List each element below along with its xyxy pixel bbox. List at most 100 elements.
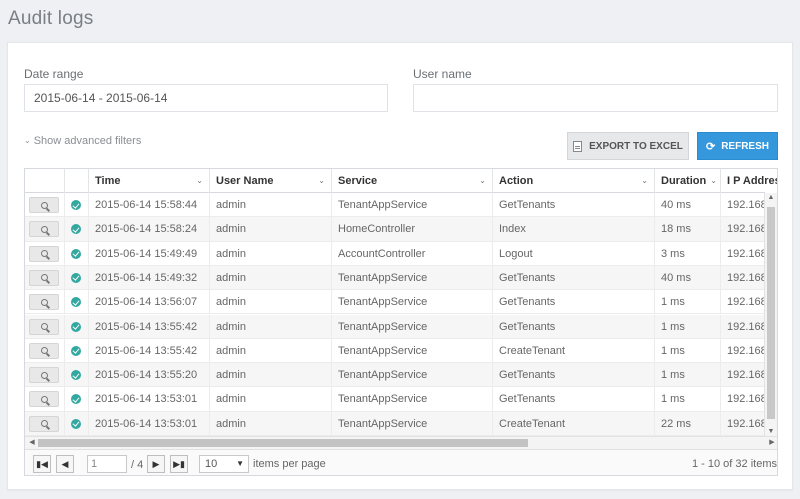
cell-service: TenantAppService [332,290,493,315]
table-row[interactable]: 2015-06-14 13:53:01 admin TenantAppService… [25,411,765,436]
scroll-down-icon[interactable]: ▼ [765,428,777,435]
cell-user-name: admin [210,411,332,436]
success-check-icon [71,418,81,429]
cell-duration: 1 ms [655,290,721,315]
horizontal-scrollbar[interactable]: ◀ ▶ [25,436,777,449]
table-row[interactable]: 2015-06-14 15:58:24 admin HomeController In… [25,217,765,242]
next-page-icon: ▶ [152,458,160,469]
cell-ip-address: 192.168 [727,223,765,236]
header-user-name[interactable]: User Name ⌄ [210,169,332,193]
cell-service: TenantAppService [332,314,493,339]
cell-ip-address: 192.168 [727,369,765,382]
success-check-icon [71,272,81,283]
cell-status [65,193,89,217]
refresh-button[interactable]: ⟳ REFRESH [697,132,778,160]
header-time[interactable]: Time ⌄ [89,169,210,193]
cell-service: TenantAppService [332,363,493,388]
cell-status [65,290,89,315]
view-details-button[interactable] [29,391,59,408]
vertical-scrollbar[interactable]: ▲ ▼ [764,193,777,436]
header-service-label: Service [338,175,378,187]
search-icon [40,371,48,379]
cell-ip-address: 192.168 [727,344,765,357]
cell-user-name: admin [210,241,332,266]
view-details-button[interactable] [29,221,59,238]
header-ip-address[interactable]: I P Address [721,169,777,193]
page-size-select[interactable]: 10 ▼ [199,455,249,473]
table-row[interactable]: 2015-06-14 15:49:49 admin AccountControlle… [25,241,765,266]
cell-status [65,411,89,436]
search-icon [40,420,48,428]
view-details-button[interactable] [29,367,59,384]
show-advanced-filters-link[interactable]: ⌄ Show advanced filters [24,135,141,147]
refresh-icon: ⟳ [705,140,716,153]
view-details-button[interactable] [29,342,59,359]
view-details-button[interactable] [29,197,59,213]
table-row[interactable]: 2015-06-14 13:55:42 admin TenantAppService… [25,314,765,339]
cell-user-name: admin [210,314,332,339]
header-actions [25,169,65,193]
header-action[interactable]: Action ⌄ [493,169,655,193]
cell-time: 2015-06-14 13:53:01 [89,411,210,436]
next-page-button[interactable]: ▶ [147,455,165,473]
page-number-input[interactable] [87,455,127,473]
table-row[interactable]: 2015-06-14 15:58:44 admin TenantAppService… [25,193,765,218]
export-to-excel-button[interactable]: EXPORT TO EXCEL [567,132,689,160]
header-status [65,169,89,193]
view-details-button[interactable] [29,294,59,311]
table-row[interactable]: 2015-06-14 13:56:07 admin TenantAppService… [25,290,765,315]
cell-status [65,314,89,339]
search-icon [40,201,48,209]
cell-duration: 1 ms [655,338,721,363]
search-icon [40,225,48,233]
date-range-input[interactable] [24,84,388,112]
cell-service: TenantAppService [332,338,493,363]
cell-ip-address: 192.168 [727,417,765,430]
total-pages: / 4 [131,459,144,471]
last-page-button[interactable]: ▶▮ [170,455,188,473]
first-page-icon: ▮◀ [36,458,48,469]
page-title: Audit logs [8,8,94,29]
cell-actions [25,265,65,290]
success-check-icon [71,370,81,381]
header-service[interactable]: Service ⌄ [332,169,493,193]
scroll-up-icon[interactable]: ▲ [765,194,777,201]
cell-actions [25,363,65,388]
cell-action: Index [493,217,655,242]
view-details-button[interactable] [29,245,59,262]
cell-user-name: admin [210,193,332,217]
view-details-button[interactable] [29,415,59,432]
table-row[interactable]: 2015-06-14 13:55:20 admin TenantAppService… [25,363,765,388]
user-name-input[interactable] [413,84,778,112]
cell-action: GetTenants [493,265,655,290]
pager-summary: 1 - 10 of 32 items [692,458,777,470]
sort-chevron-icon: ⌄ [196,176,203,185]
view-details-button[interactable] [29,318,59,335]
cell-actions [25,217,65,242]
first-page-button[interactable]: ▮◀ [33,455,51,473]
search-icon [40,250,48,258]
table-row[interactable]: 2015-06-14 15:49:32 admin TenantAppService… [25,265,765,291]
previous-page-button[interactable]: ◀ [56,455,74,473]
view-details-button[interactable] [29,269,59,286]
cell-duration: 40 ms [655,265,721,290]
scroll-right-icon[interactable]: ▶ [766,437,777,449]
cell-status [65,387,89,412]
cell-status [65,217,89,242]
cell-duration: 3 ms [655,241,721,266]
table-row[interactable]: 2015-06-14 13:53:01 admin TenantAppService… [25,387,765,412]
table-row[interactable]: 2015-06-14 13:55:42 admin TenantAppService… [25,338,765,364]
refresh-label: REFRESH [721,140,769,152]
cell-duration: 1 ms [655,387,721,412]
cell-time: 2015-06-14 13:55:20 [89,363,210,388]
header-time-label: Time [95,175,121,187]
horizontal-scroll-thumb[interactable] [38,439,528,447]
cell-time: 2015-06-14 15:49:49 [89,241,210,266]
caret-down-icon: ▼ [236,459,244,468]
sort-chevron-icon: ⌄ [479,176,486,185]
header-duration[interactable]: Duration ⌄ [655,169,721,193]
cell-time: 2015-06-14 15:58:24 [89,217,210,242]
cell-duration: 1 ms [655,363,721,388]
vertical-scroll-thumb[interactable] [767,207,775,419]
scroll-left-icon[interactable]: ◀ [26,437,38,449]
